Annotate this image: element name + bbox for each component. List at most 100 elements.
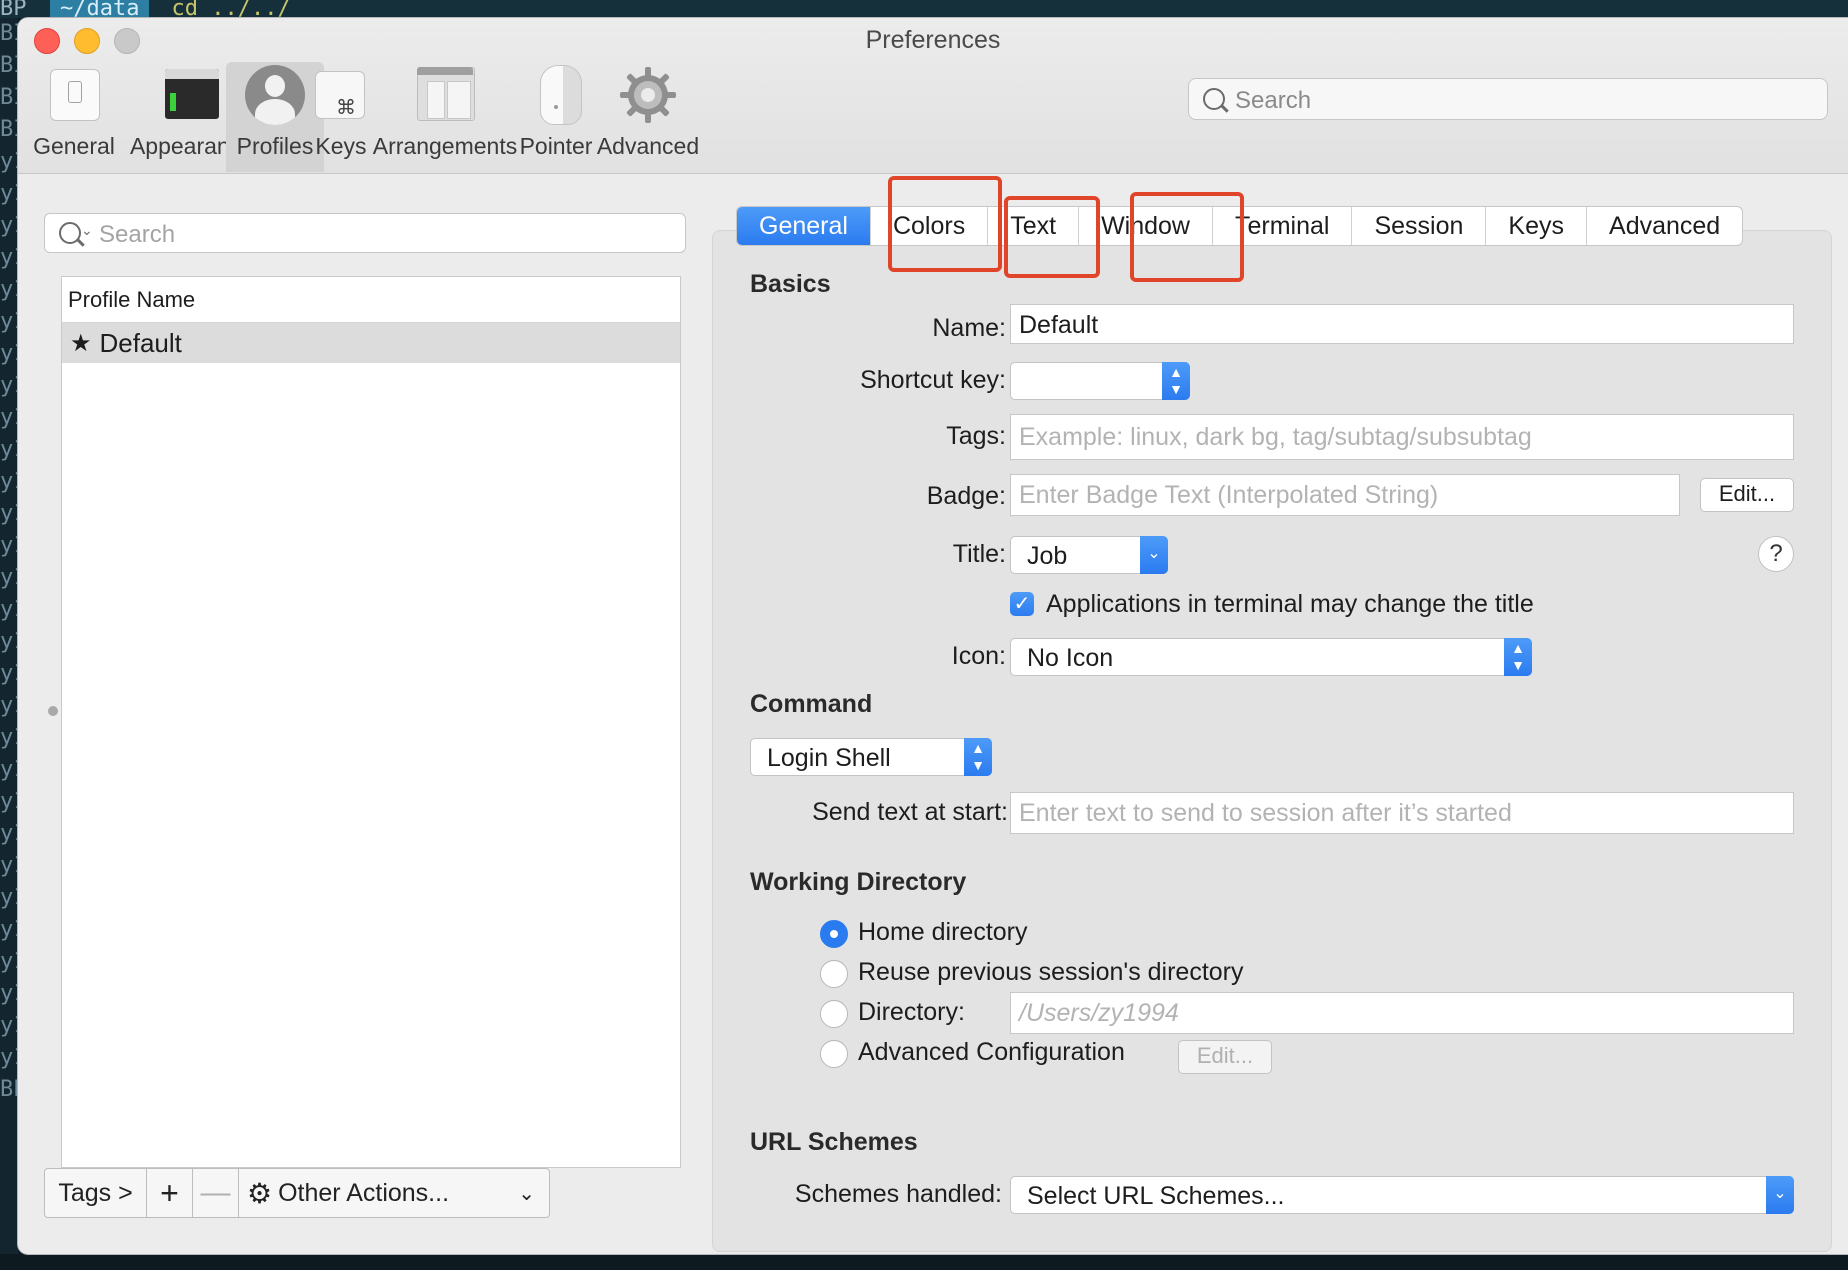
terminal-line: y1 [0,469,18,494]
advanced-configuration-label: Advanced Configuration [858,1038,1125,1066]
toolbar-pointer-label: Pointer [519,133,593,159]
directory-path-field[interactable]: /Users/zy1994 [1010,992,1794,1034]
tab-general[interactable]: General [737,207,871,245]
toolbar-keys-label: Keys [315,133,367,159]
command-heading: Command [750,690,873,718]
toolbar-general-label: General [33,133,115,159]
tags-field[interactable]: Example: linux, dark bg, tag/subtag/subs… [1010,414,1794,460]
advanced-configuration-edit-button[interactable]: Edit... [1178,1040,1272,1074]
terminal-line: y1 [0,821,18,846]
send-text-label: Send text at start: [812,798,1008,826]
url-schemes-heading: URL Schemes [750,1128,918,1156]
terminal-line: y1 [0,277,18,302]
icon-label: Icon: [951,642,1006,670]
url-schemes-value: Select URL Schemes... [1027,1182,1285,1210]
help-button[interactable]: ? [1758,536,1794,572]
gear-icon [618,65,678,125]
url-schemes-popup[interactable]: Select URL Schemes... ⌄ [1010,1176,1794,1214]
terminal-line: BI [0,53,18,78]
command-type-value: Login Shell [767,744,891,772]
profile-name-field[interactable]: Default [1010,304,1794,344]
terminal-line: BI [0,21,18,46]
add-profile-button[interactable]: + [147,1169,193,1217]
updown-chevron-icon: ▲ ▼ [1504,638,1532,676]
apps-change-title-label: Applications in terminal may change the … [1046,590,1534,618]
command-type-popup[interactable]: Login Shell ▲ ▼ [750,738,992,776]
terminal-bottom [0,1254,1848,1270]
other-actions-menu[interactable]: ⚙ Other Actions... ⌄ [239,1169,549,1217]
mouse-icon [526,65,586,125]
apps-change-title-checkbox[interactable]: ✓ [1010,592,1034,616]
profile-row-name: Default [99,327,182,358]
terminal-line: y1 [0,341,18,366]
terminal-line: y1 [0,757,18,782]
toolbar-advanced-label: Advanced [596,133,700,159]
radio-advanced-configuration[interactable] [820,1040,848,1068]
terminal-line: y1 [0,501,18,526]
terminal-line: y1 [0,405,18,430]
terminal-line: y1 [0,533,18,558]
terminal-line: y1 [0,437,18,462]
terminal-line: y1 [0,693,18,718]
terminal-line: y1 [0,885,18,910]
toolbar-profiles-label: Profiles [236,133,314,159]
toolbar-arrangements-label: Arrangements [372,133,518,159]
terminal-command: cd ../../ [171,0,291,18]
updown-chevron-icon: ▲ ▼ [1162,362,1190,400]
profile-name-column-header[interactable]: Profile Name [62,277,680,323]
chevron-down-icon: ⌄ [1766,1176,1794,1214]
radio-home-directory[interactable] [820,920,848,948]
toolbar-arrangements[interactable]: Arrangements [373,62,517,172]
radio-directory[interactable] [820,1000,848,1028]
terminal-line: y1 [0,597,18,622]
window-arrangement-icon [415,65,475,125]
profile-row-default[interactable]: ★ Default [62,323,680,363]
terminal-prompt-bar: BP ~/data cd ../../ [0,0,1848,18]
preferences-search-field[interactable]: Search [1188,78,1828,120]
terminal-line: BI [0,85,18,110]
terminal-line: y1 [0,245,18,270]
toolbar-advanced[interactable]: Advanced [596,62,700,172]
terminal-line: y1 [0,373,18,398]
default-star-icon: ★ [70,329,92,357]
terminal-line: y1 [0,629,18,654]
tab-advanced[interactable]: Advanced [1587,207,1742,245]
window-title: Preferences [865,26,1001,54]
terminal-line: y1 [0,1013,18,1038]
terminal-line: y1 [0,981,18,1006]
shortcut-key-label: Shortcut key: [860,366,1006,394]
split-view-handle[interactable] [48,706,58,716]
toolbar-keys[interactable]: ⌘ Keys [308,62,374,172]
terminal-line: y1 [0,789,18,814]
toolbar-pointer[interactable]: Pointer [514,62,598,172]
highlight-text-tab [1004,196,1100,278]
schemes-handled-label: Schemes handled: [794,1180,1002,1208]
badge-edit-button[interactable]: Edit... [1700,478,1794,512]
terminal-line: y1 [0,725,18,750]
general-switch-icon [44,65,104,125]
gear-icon: ⚙ [247,1177,273,1209]
send-text-field[interactable]: Enter text to send to session after it’s… [1010,792,1794,834]
tags-toggle-button[interactable]: Tags > [45,1169,147,1217]
directory-label: Directory: [858,998,965,1026]
badge-field[interactable]: Enter Badge Text (Interpolated String) [1010,474,1680,516]
terminal-line: y1 [0,917,18,942]
preferences-search-placeholder: Search [1235,87,1312,114]
name-label: Name: [932,314,1006,342]
tab-session[interactable]: Session [1352,207,1487,245]
terminal-line: y1 [0,149,18,174]
title-popup[interactable]: Job ⌄ [1010,536,1168,574]
basics-heading: Basics [750,270,831,298]
terminal-line: y1 [0,949,18,974]
toolbar-general[interactable]: General [26,62,122,172]
profile-search-field[interactable]: ⌄ Search [44,213,686,253]
remove-profile-button[interactable]: — [193,1169,239,1217]
terminal-line: y1 [0,853,18,878]
profile-list[interactable]: Profile Name ★ Default [61,276,681,1168]
icon-popup[interactable]: No Icon ▲ ▼ [1010,638,1532,676]
tab-keys[interactable]: Keys [1486,207,1588,245]
radio-reuse-previous-directory[interactable] [820,960,848,988]
shortcut-key-popup[interactable]: ▲ ▼ [1010,362,1190,400]
chevron-down-icon: ⌄ [1140,536,1168,574]
profile-search-placeholder: Search [99,221,176,248]
